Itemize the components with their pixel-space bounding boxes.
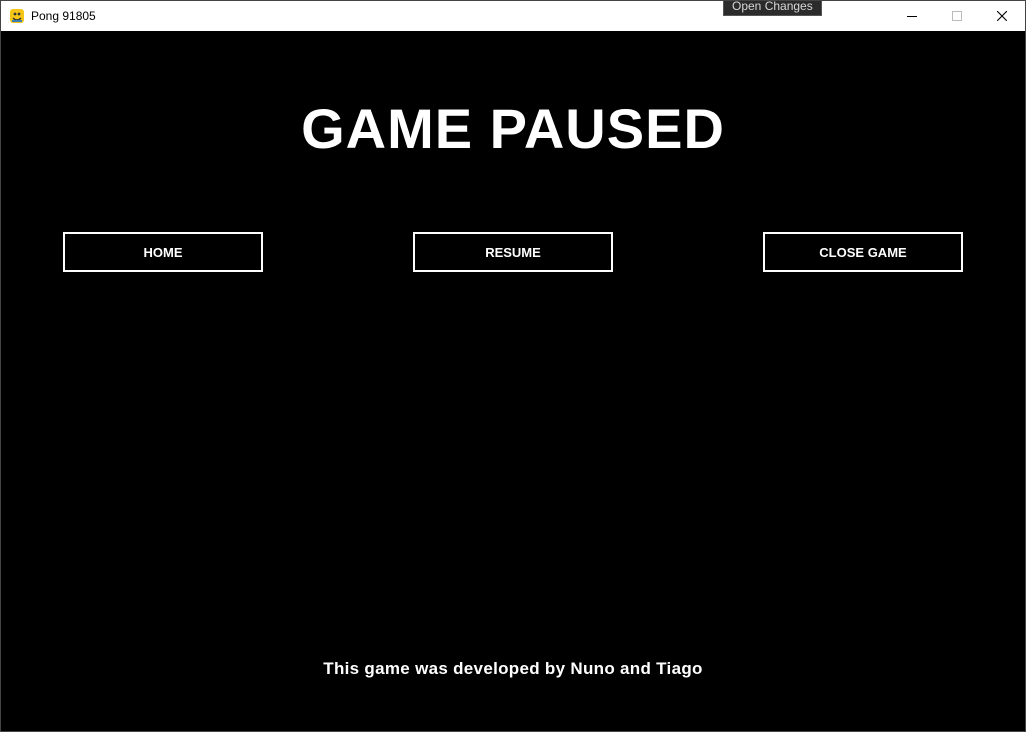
window-title: Pong 91805 <box>31 9 96 23</box>
credits-text: This game was developed by Nuno and Tiag… <box>323 659 703 678</box>
close-window-button[interactable] <box>979 1 1025 31</box>
maximize-button[interactable] <box>934 1 980 31</box>
resume-button-label: RESUME <box>485 244 541 260</box>
close-game-button-label: CLOSE GAME <box>819 244 907 260</box>
pygame-snake-icon <box>10 9 24 23</box>
maximize-icon <box>952 11 962 21</box>
home-button-label: HOME <box>143 244 183 260</box>
game-window: Pong 91805 Open Changes GAME PAUSED HOME… <box>0 0 1026 732</box>
open-changes-tooltip: Open Changes <box>723 1 822 16</box>
home-button[interactable]: HOME <box>63 232 263 272</box>
pause-heading: GAME PAUSED <box>301 97 725 160</box>
resume-button[interactable]: RESUME <box>413 232 613 272</box>
close-icon <box>997 11 1007 21</box>
minimize-icon <box>907 16 917 17</box>
minimize-button[interactable] <box>889 1 935 31</box>
close-game-button[interactable]: CLOSE GAME <box>763 232 963 272</box>
game-canvas: GAME PAUSED HOME RESUME CLOSE GAME This … <box>1 31 1025 731</box>
title-bar[interactable]: Pong 91805 <box>1 1 1025 31</box>
